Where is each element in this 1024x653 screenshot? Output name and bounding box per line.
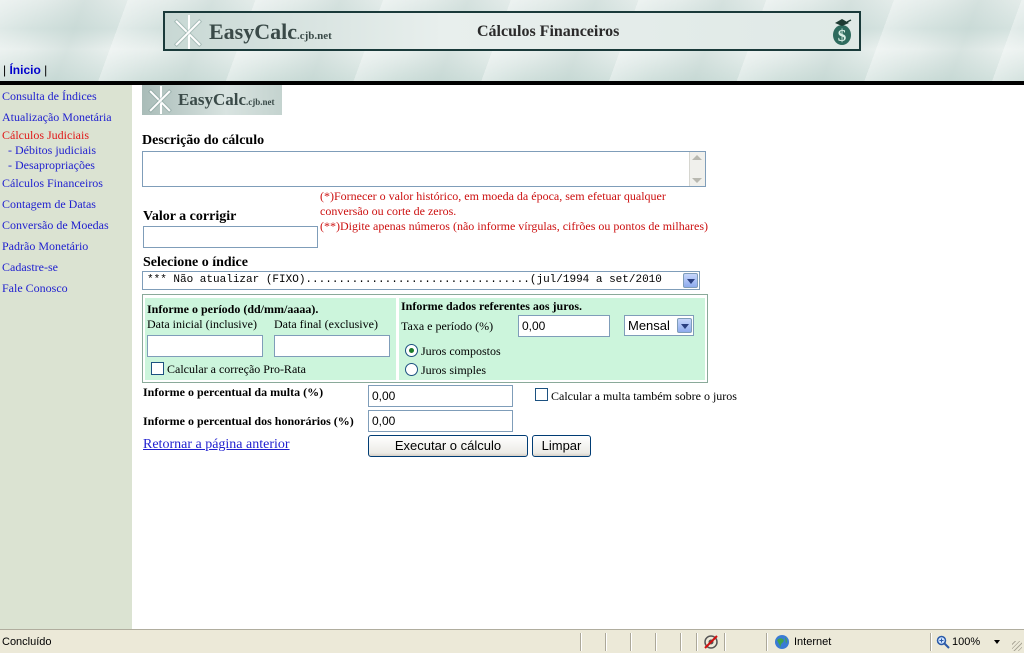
rate-period-select[interactable]: Mensal [624,315,694,336]
fine-input[interactable] [368,385,513,407]
status-text: Concluído [2,636,52,648]
status-divider [930,633,932,651]
end-date-label: Data final (exclusive) [274,317,378,331]
index-selected-value: *** Não atualizar (FIXO)................… [147,274,662,286]
svg-text:$: $ [838,26,847,45]
sidebar-item-consulta-indices[interactable]: Consulta de Índices [2,89,97,104]
logo-domain-text: .cjb.net [297,30,332,42]
rate-period-selected: Mensal [628,318,670,333]
interest-title: Informe dados referentes aos juros. [401,299,582,313]
page-title: Cálculos Financeiros [477,23,620,40]
resize-grip[interactable] [1012,641,1022,651]
site-header: EasyCalc.cjb.net Cálculos Financeiros $ … [0,0,1024,82]
value-label: Valor a corrigir [143,209,237,224]
description-label: Descrição do cálculo [142,133,265,148]
zoom-dropdown-icon[interactable] [994,640,1000,644]
browser-page: EasyCalc.cjb.net Cálculos Financeiros $ … [0,0,1024,653]
compound-interest-label: Juros compostos [421,344,501,358]
index-select[interactable]: *** Não atualizar (FIXO)................… [142,271,700,290]
execute-button[interactable]: Executar o cálculo [368,435,528,457]
value-notes: (*)Fornecer o valor histórico, em moeda … [320,189,710,234]
logo-domain-text: .cjb.net [246,97,275,107]
compound-interest-radio[interactable] [405,344,418,357]
period-section: Informe o período (dd/mm/aaaa). Data ini… [145,298,396,380]
rate-input[interactable] [518,315,610,337]
simple-interest-label: Juros simples [421,363,487,377]
top-nav: | Ínicio | [3,63,47,77]
chevron-down-icon[interactable] [683,273,698,288]
sidebar-item-calculos-judiciais[interactable]: Cálculos Judiciais [2,128,89,143]
status-divider [724,633,726,651]
fees-input[interactable] [368,410,513,432]
fine-on-interest-checkbox[interactable] [535,388,548,401]
sidebar-item-conversao-moedas[interactable]: Conversão de Moedas [2,218,109,233]
status-divider [605,633,607,651]
status-divider [766,633,768,651]
sidebar-item-calculos-financeiros[interactable]: Cálculos Financeiros [2,176,103,191]
sidebar-item-cadastre-se[interactable]: Cadastre-se [2,260,58,275]
sidebar-item-desapropriacoes[interactable]: - Desapropriações [8,158,95,173]
logo-main-text: EasyCalc [178,90,246,109]
sidebar-item-contagem-datas[interactable]: Contagem de Datas [2,197,96,212]
globe-icon [775,635,789,649]
logo-star-icon [171,15,205,49]
scroll-up-icon[interactable] [692,155,702,160]
content-logo-text: EasyCalc.cjb.net [178,90,275,110]
end-date-input[interactable] [274,335,390,357]
period-title: Informe o período (dd/mm/aaaa). [147,302,319,316]
zoom-level[interactable]: 100% [952,636,980,648]
nav-separator: | [3,63,7,77]
security-zone-text: Internet [794,636,832,648]
sidebar: Consulta de Índices Atualização Monetári… [0,85,132,629]
fees-label: Informe o percentual dos honorários (%) [143,414,354,428]
logo-star-icon [146,86,174,114]
rate-label: Taxa e período (%) [401,319,494,333]
description-textarea[interactable] [142,151,706,187]
index-label: Selecione o índice [143,255,248,270]
fine-on-interest-label: Calcular a multa também sobre o juros [551,389,737,403]
sidebar-item-fale-conosco[interactable]: Fale Conosco [2,281,68,296]
privacy-blocked-icon[interactable] [703,634,719,650]
status-divider [680,633,682,651]
simple-interest-radio[interactable] [405,363,418,376]
logo-main-text: EasyCalc [209,19,297,44]
scroll-down-icon[interactable] [692,178,702,183]
status-divider [655,633,657,651]
main-content: EasyCalc.cjb.net Descrição do cálculo Va… [142,85,1022,629]
value-input[interactable] [143,226,318,248]
dollar-icon: $ [833,19,852,45]
chevron-down-icon[interactable] [677,318,692,333]
sidebar-item-atualizacao-monetaria[interactable]: Atualização Monetária [2,110,112,125]
sidebar-item-debitos-judiciais[interactable]: - Débitos judiciais [8,143,96,158]
zoom-icon[interactable] [936,635,950,649]
status-divider [580,633,582,651]
back-link[interactable]: Retornar a página anterior [143,437,290,453]
sidebar-item-padrao-monetario[interactable]: Padrão Monetário [2,239,88,254]
prorata-label: Calcular a correção Pro-Rata [167,362,306,376]
content-logo: EasyCalc.cjb.net [142,85,282,115]
nav-separator: | [44,63,48,77]
nav-home-link[interactable]: Ínicio [9,63,40,77]
status-divider [696,633,698,651]
description-scrollbar[interactable] [689,152,705,186]
note-historical-value: (*)Fornecer o valor histórico, em moeda … [320,189,666,218]
header-logo: EasyCalc.cjb.net [209,19,332,45]
clear-button[interactable]: Limpar [532,435,591,457]
interest-section: Informe dados referentes aos juros. Taxa… [399,298,705,380]
start-date-input[interactable] [147,335,263,357]
options-panel: Informe o período (dd/mm/aaaa). Data ini… [142,294,708,383]
start-date-label: Data inicial (inclusive) [147,317,257,331]
status-divider [630,633,632,651]
note-numbers-only: (**)Digite apenas números (não informe v… [320,219,709,233]
header-banner: EasyCalc.cjb.net Cálculos Financeiros $ [163,11,861,51]
prorata-checkbox[interactable] [151,362,164,375]
fine-label: Informe o percentual da multa (%) [143,385,324,399]
status-bar: Concluído Internet 100% [0,629,1024,653]
